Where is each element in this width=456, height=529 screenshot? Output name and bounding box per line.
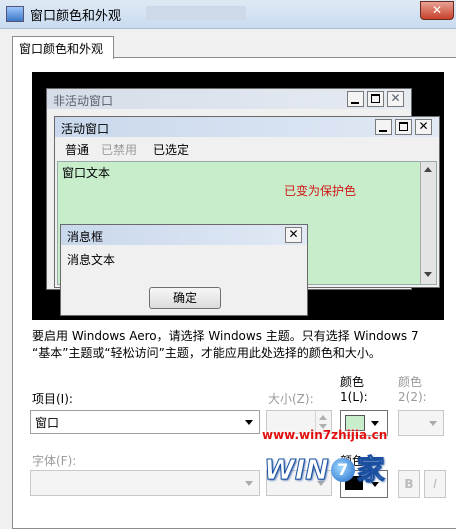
watermark-url: www.win7zhijia.cn [262,428,388,442]
color1-label: 颜色 [340,375,365,389]
message-text: 消息文本 [67,253,116,267]
font-label: 字体(F): [32,454,77,468]
minimize-icon [347,91,364,107]
inactive-window-title: 非活动窗口 [53,94,114,108]
watermark-brand-c: 家 [356,453,385,487]
watermark-brand-a: WIN [264,453,330,487]
window-title: 窗口颜色和外观 [30,9,122,24]
maximize-icon [367,91,384,107]
scroll-up-icon [424,167,432,172]
message-box: 消息框 ✕ 消息文本 确定 [60,224,308,316]
aero-description: 要启用 Windows Aero，请选择 Windows 主题。只有选择 Win… [32,329,419,360]
active-window-titlebar: 活动窗口 ✕ [55,117,439,137]
minimize-icon [375,119,392,135]
close-icon: ✕ [415,119,432,135]
message-box-titlebar: 消息框 ✕ [61,225,307,245]
title-blur [146,6,246,20]
menu-bar: 普通 已禁用 已选定 [63,141,423,157]
app-icon [6,6,24,22]
watermark-logo: WIN 7 家 [264,448,386,488]
message-box-title: 消息框 [67,230,104,244]
maximize-icon [395,119,412,135]
window-close-button[interactable]: ✕ [420,1,454,20]
item-select-value: 窗口 [35,416,60,430]
stepper-up-icon [319,415,327,420]
window-text: 窗口文本 [62,166,111,180]
tab-window-color[interactable]: 窗口颜色和外观 [12,36,114,59]
color2-sub-label: 2(2): [398,390,427,404]
active-window-title: 活动窗口 [61,122,110,136]
color2-label: 颜色 [398,375,423,389]
title-bar: 窗口颜色和外观 ✕ [0,0,456,29]
close-icon: ✕ [387,91,404,107]
font-select[interactable] [30,470,260,496]
color1-sub-label: 1(L): [340,390,368,404]
item-label: 项目(I): [32,392,73,406]
tab-label: 窗口颜色和外观 [19,42,104,56]
watermark: www.win7zhijia.cn WIN 7 家 [262,424,452,506]
protect-color-note: 已变为保护色 [284,184,357,198]
menu-item-normal: 普通 [65,143,90,157]
item-select[interactable]: 窗口 [30,410,260,434]
chevron-down-icon [245,481,253,486]
menu-item-selected: 已选定 [153,143,190,157]
watermark-brand-b: 7 [330,458,355,482]
inactive-window-titlebar: 非活动窗口 ✕ [47,89,411,109]
scroll-down-icon [424,272,432,277]
menu-item-disabled: 已禁用 [101,143,138,157]
size-label: 大小(Z): [268,392,314,406]
content-scrollbar [420,162,436,284]
chevron-down-icon [245,420,253,425]
close-icon: ✕ [285,227,302,243]
ok-button: 确定 [149,287,221,309]
